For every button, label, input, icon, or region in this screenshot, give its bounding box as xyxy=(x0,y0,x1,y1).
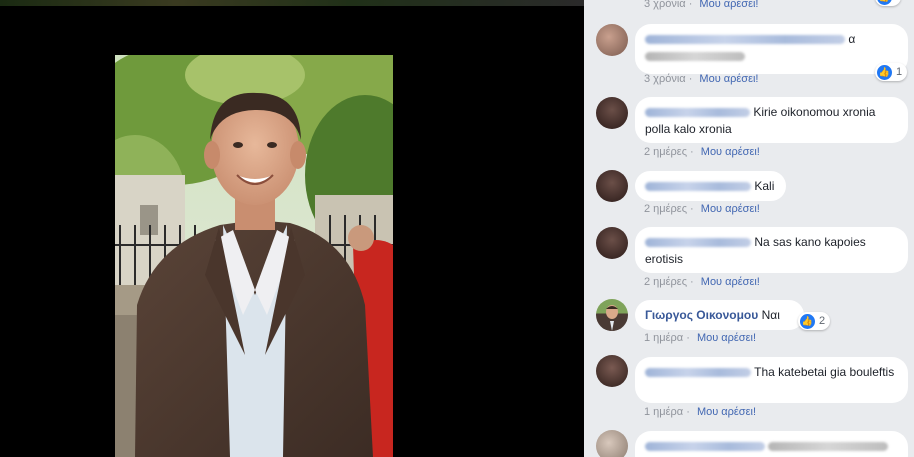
comment-time[interactable]: 2 ημέρες xyxy=(644,146,687,158)
like-reaction-icon: 👍 xyxy=(877,0,892,5)
avatar-image xyxy=(600,305,624,331)
comment-bubble: Na sas kano kapoies erotisis xyxy=(635,227,908,273)
redacted-name xyxy=(645,35,845,45)
redacted-name xyxy=(645,182,751,192)
reaction-number: 1 xyxy=(896,66,903,78)
comment-text: Tha katebetai gia bouleftis xyxy=(754,365,895,379)
like-link[interactable]: Μου αρέσει! xyxy=(701,276,760,288)
avatar[interactable] xyxy=(596,430,628,457)
like-link[interactable]: Μου αρέσει! xyxy=(697,332,756,344)
comment-bubble: Kirie oikonomou xronia polla kalo xronia xyxy=(635,97,908,143)
comment-meta: 1 ημέρα · Μου αρέσει! xyxy=(644,406,757,418)
comment-time[interactable]: 3 χρόνια xyxy=(644,0,686,10)
like-reaction-icon: 👍 xyxy=(800,313,815,329)
comment-bubble: α xyxy=(635,24,908,74)
reaction-count[interactable]: 👍 1 xyxy=(875,63,908,81)
like-link[interactable]: Μου αρέσει! xyxy=(697,406,756,418)
avatar[interactable] xyxy=(596,355,628,387)
comment-time[interactable]: 1 ημέρα xyxy=(644,332,683,344)
comment-bubble xyxy=(635,431,908,457)
comment-meta: 2 ημέρες · Μου αρέσει! xyxy=(644,276,760,288)
photo-viewer xyxy=(0,0,584,457)
avatar[interactable] xyxy=(596,170,628,202)
previous-image-strip xyxy=(0,0,584,6)
photo-image xyxy=(115,55,393,457)
redacted-text xyxy=(768,442,889,452)
comment-author[interactable]: Γιωργος Οικονομου xyxy=(645,308,758,322)
photo[interactable] xyxy=(115,55,393,457)
comment-time[interactable]: 3 χρόνια xyxy=(644,73,686,85)
comment-meta: 3 χρόνια · Μου αρέσει! xyxy=(644,0,759,10)
comments-panel: 3 χρόνια · Μου αρέσει! 👍 α 3 χρόνια · Μο… xyxy=(584,0,914,457)
comment-bubble: Tha katebetai gia bouleftis xyxy=(635,357,908,403)
redacted-name xyxy=(645,442,765,452)
avatar[interactable] xyxy=(596,97,628,129)
like-reaction-icon: 👍 xyxy=(877,64,892,80)
reaction-count[interactable]: 👍 xyxy=(875,0,901,6)
comment-meta: 2 ημέρες · Μου αρέσει! xyxy=(644,146,760,158)
comment-meta: 3 χρόνια · Μου αρέσει! xyxy=(644,73,759,85)
avatar[interactable] xyxy=(596,227,628,259)
redacted-name xyxy=(645,368,751,378)
like-link[interactable]: Μου αρέσει! xyxy=(701,203,760,215)
comment-time[interactable]: 2 ημέρες xyxy=(644,203,687,215)
redacted-name xyxy=(645,108,750,118)
like-link[interactable]: Μου αρέσει! xyxy=(699,73,758,85)
comment-text: Ναι xyxy=(761,308,780,322)
comment-text: α xyxy=(848,32,856,46)
comment-bubble: Γιωργος Οικονομου Ναι xyxy=(635,300,804,330)
avatar[interactable] xyxy=(596,24,628,56)
redacted-name xyxy=(645,238,751,248)
redacted-text xyxy=(645,52,745,62)
reaction-number: 2 xyxy=(819,315,826,327)
avatar[interactable] xyxy=(596,299,628,331)
comment-text: Kali xyxy=(754,179,775,193)
comment-time[interactable]: 2 ημέρες xyxy=(644,276,687,288)
like-link[interactable]: Μου αρέσει! xyxy=(699,0,758,10)
comment-meta: 2 ημέρες · Μου αρέσει! xyxy=(644,203,760,215)
like-link[interactable]: Μου αρέσει! xyxy=(701,146,760,158)
comment-meta: 1 ημέρα · Μου αρέσει! xyxy=(644,332,757,344)
comment-time[interactable]: 1 ημέρα xyxy=(644,406,683,418)
reaction-count[interactable]: 👍 2 xyxy=(798,312,831,330)
comment-bubble: Kali xyxy=(635,171,786,201)
